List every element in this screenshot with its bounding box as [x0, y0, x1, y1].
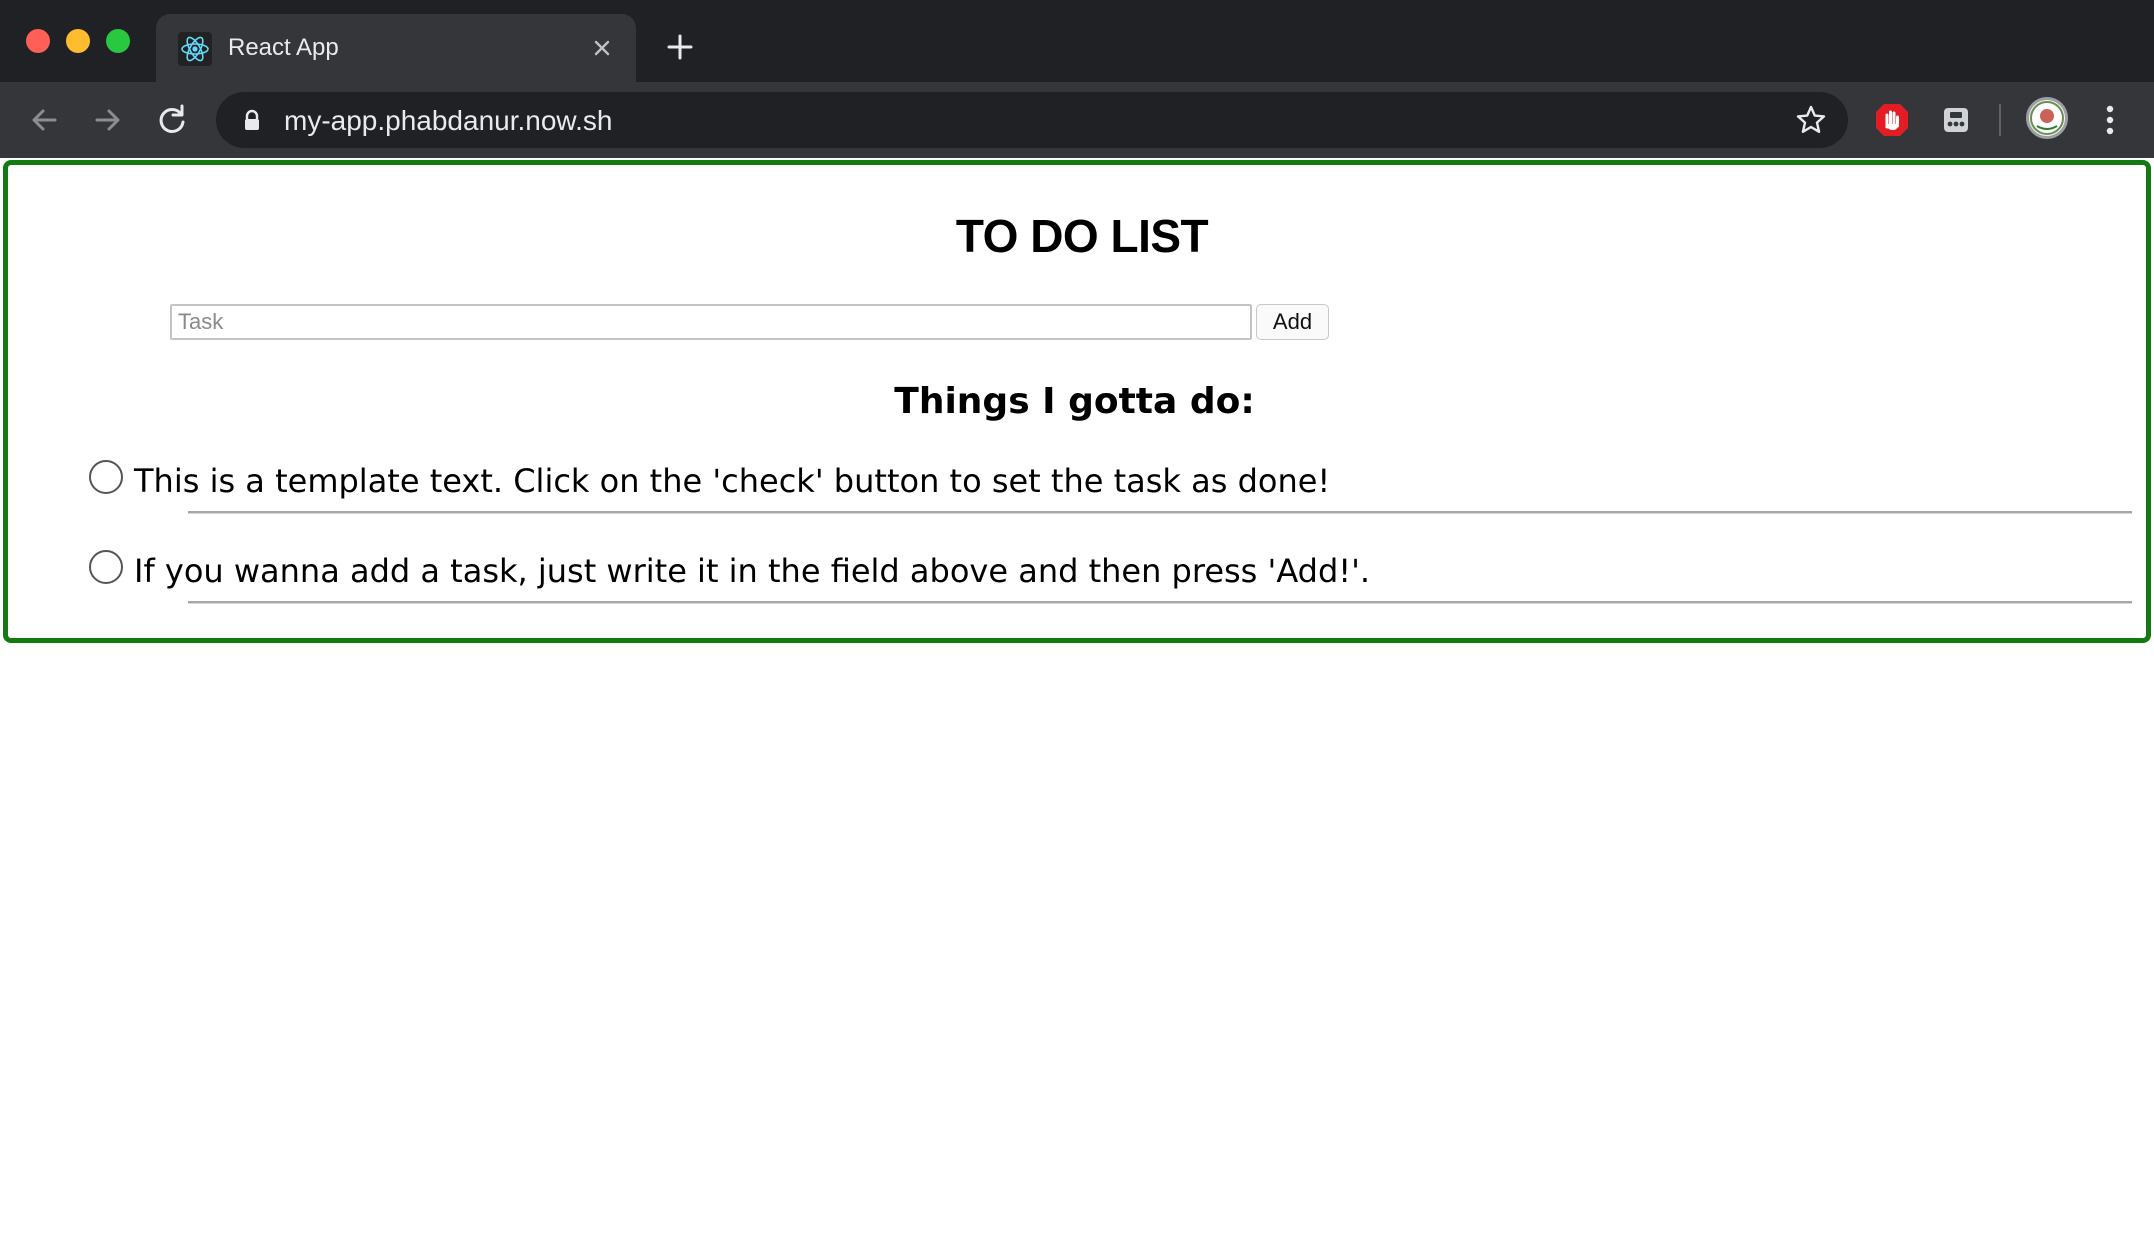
tab-title: React App: [228, 34, 339, 61]
toolbar-divider: [1999, 104, 2001, 136]
back-button[interactable]: [24, 100, 64, 140]
zoom-window-button[interactable]: [106, 29, 130, 53]
todo-text: This is a template text. Click on the 'c…: [134, 462, 1331, 500]
browser-tab[interactable]: React App: [156, 14, 636, 82]
page-viewport: TO DO LIST Add Things I gotta do: This i…: [0, 158, 2154, 1256]
task-input[interactable]: [170, 304, 1252, 340]
add-task-button[interactable]: Add: [1256, 304, 1329, 340]
address-bar[interactable]: my-app.phabdanur.now.sh: [216, 92, 1848, 148]
reload-icon: [159, 104, 185, 133]
item-divider: [188, 511, 2132, 514]
item-divider: [188, 601, 2132, 604]
reload-button[interactable]: [152, 100, 192, 140]
browser-titlebar: React App: [0, 0, 2154, 82]
profile-avatar[interactable]: [2026, 97, 2068, 139]
lock-icon: [245, 109, 259, 130]
url-text: my-app.phabdanur.now.sh: [284, 105, 613, 136]
arrow-left-icon: [32, 109, 57, 131]
extension-puzzle-icon[interactable]: [1936, 100, 1976, 140]
browser-menu-icon[interactable]: [2092, 100, 2128, 140]
forward-button[interactable]: [88, 100, 128, 140]
close-window-button[interactable]: [26, 29, 50, 53]
check-button[interactable]: [89, 550, 123, 584]
react-logo-icon: [178, 32, 212, 66]
todo-item: If you wanna add a task, just write it i…: [8, 550, 2154, 640]
adblock-extension-icon[interactable]: [1872, 100, 1912, 140]
list-heading: Things I gotta do:: [894, 381, 1255, 422]
todo-item: This is a template text. Click on the 'c…: [8, 460, 2154, 550]
minimize-window-button[interactable]: [66, 29, 90, 53]
arrow-right-icon: [95, 109, 120, 131]
new-tab-icon[interactable]: [664, 31, 696, 63]
browser-toolbar: my-app.phabdanur.now.sh: [0, 82, 2154, 158]
profile-badge-icon: [2030, 101, 2064, 135]
bookmark-star-icon[interactable]: [1794, 103, 1828, 137]
close-tab-icon[interactable]: [588, 34, 616, 62]
check-button[interactable]: [89, 460, 123, 494]
todo-text: If you wanna add a task, just write it i…: [134, 552, 1371, 590]
todo-app-container: TO DO LIST Add Things I gotta do: This i…: [3, 160, 2151, 643]
page-title: TO DO LIST: [955, 210, 1209, 262]
